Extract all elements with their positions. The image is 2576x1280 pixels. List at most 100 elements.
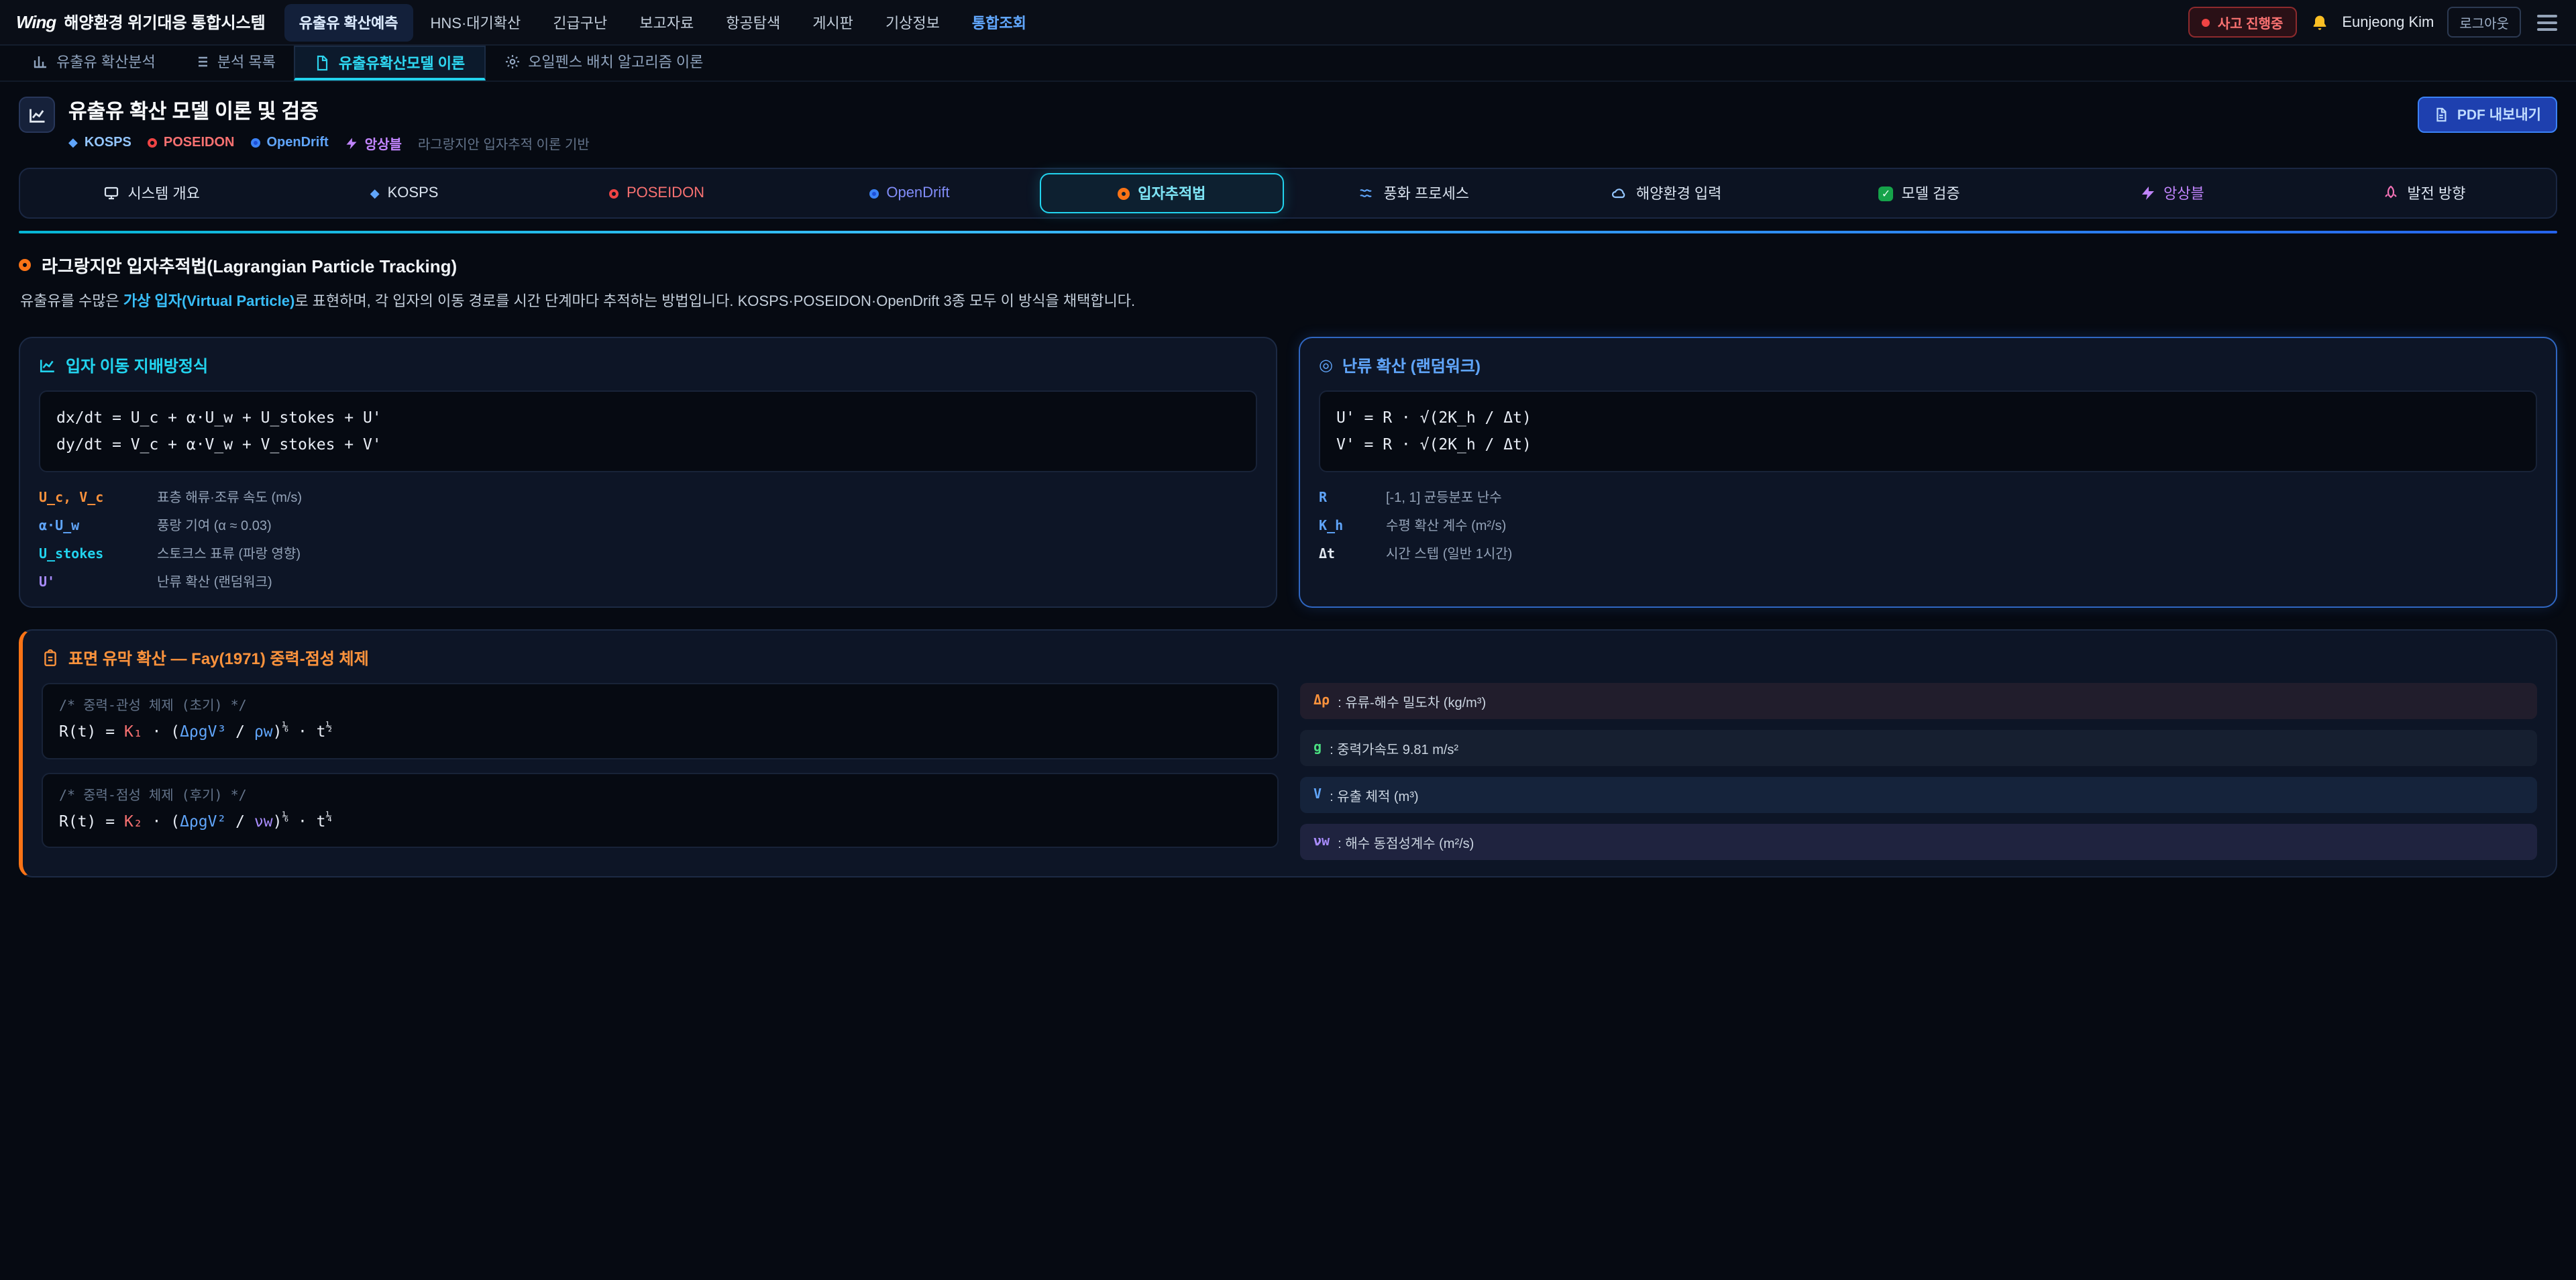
- gear-icon: [504, 54, 520, 70]
- page-header: 유출유 확산 모델 이론 및 검증 ◆ KOSPS POSEIDON OpenD…: [0, 82, 2576, 165]
- tab-spill-analysis[interactable]: 유출유 확산분석: [13, 46, 174, 81]
- badge-opendrift: OpenDrift: [250, 136, 328, 150]
- section-tab-ensemble[interactable]: 앙상블: [2049, 173, 2294, 213]
- section-tab-system-overview[interactable]: 시스템 개요: [30, 173, 274, 213]
- page-subtitle: 라그랑지안 입자추적 이론 기반: [418, 133, 590, 153]
- fay-formulas: /* 중력-관성 체제 (초기) */ R(t) = K₁ · (ΔρgV³ /…: [42, 683, 1279, 860]
- red-dot-icon: [609, 189, 619, 198]
- logout-button[interactable]: 로그아웃: [2447, 7, 2521, 38]
- turbulence-card: ◎ 난류 확산 (랜덤워크) U' = R · √(2K_h / Δt) V' …: [1299, 336, 2557, 608]
- fay-spreading-card: 표면 유막 확산 — Fay(1971) 중력-점성 체제 /* 중력-관성 체…: [19, 629, 2557, 877]
- nav-item-weather[interactable]: 기상정보: [871, 3, 955, 41]
- check-icon: ✓: [1879, 186, 1894, 201]
- legend-row: U' 난류 확산 (랜덤워크): [39, 570, 1257, 590]
- legend-row: Δρ : 유류-해수 밀도차 (kg/m³): [1300, 683, 2537, 719]
- legend-row: νw : 해수 동점성계수 (m²/s): [1300, 824, 2537, 860]
- user-name: Eunjeong Kim: [2342, 14, 2434, 30]
- turbulence-card-title: ◎ 난류 확산 (랜덤워크): [1319, 354, 2537, 376]
- chart-icon: [32, 54, 48, 70]
- status-badge-label: 사고 진행중: [2218, 12, 2284, 32]
- orange-ring-icon: [1118, 187, 1130, 199]
- main-nav: 유출유 확산예측 HNS·대기확산 긴급구난 보고자료 항공탐색 게시판 기상정…: [284, 3, 2169, 41]
- section-intro: 유출유를 수많은 가상 입자(Virtual Particle)로 표현하며, …: [20, 291, 2557, 315]
- section-title: 라그랑지안 입자추적법(Lagrangian Particle Tracking…: [42, 252, 457, 278]
- hamburger-menu-icon[interactable]: [2534, 9, 2560, 36]
- legend-row: Δt 시간 스텝 (일반 1시간): [1319, 542, 2537, 562]
- section-tab-weathering[interactable]: 풍화 프로세스: [1292, 173, 1536, 213]
- governing-equation-card: 입자 이동 지배방정식 dx/dt = U_c + α·U_w + U_stok…: [19, 336, 1277, 608]
- fay-card-title: 표면 유막 확산 — Fay(1971) 중력-점성 체제: [42, 647, 2537, 670]
- nav-item-hns-diffusion[interactable]: HNS·대기확산: [416, 3, 536, 41]
- monitor-icon: [104, 185, 120, 201]
- section-tab-bar: 시스템 개요 ◆ KOSPS POSEIDON OpenDrift 입자추적법 …: [19, 168, 2557, 219]
- red-dot-icon: [148, 138, 157, 148]
- section-divider: [19, 231, 2557, 233]
- section-tab-particle-tracking[interactable]: 입자추적법: [1040, 173, 1284, 213]
- cloud-icon: [1612, 185, 1628, 201]
- diamond-icon: ◆: [68, 136, 78, 150]
- blue-dot-icon: [869, 189, 878, 198]
- document-icon: [2434, 107, 2449, 122]
- badge-ensemble: 앙상블: [345, 133, 402, 153]
- nav-item-board[interactable]: 게시판: [798, 3, 868, 41]
- blue-dot-icon: [250, 138, 260, 148]
- page-title: 유출유 확산 모델 이론 및 검증: [68, 97, 590, 125]
- file-icon: [315, 54, 331, 70]
- badge-kosps: ◆ KOSPS: [68, 136, 131, 150]
- legend-row: R [-1, 1] 균등분포 난수: [1319, 486, 2537, 506]
- nav-item-aerial-search[interactable]: 항공탐색: [711, 3, 795, 41]
- orange-ring-icon: [19, 259, 31, 271]
- section-tab-poseidon[interactable]: POSEIDON: [535, 176, 779, 211]
- incident-status-badge[interactable]: 사고 진행중: [2188, 7, 2297, 38]
- swirl-icon: ◎: [1319, 357, 1333, 373]
- page-title-icon: [19, 97, 55, 133]
- fay-formula-late: /* 중력-점성 체제 (후기) */ R(t) = K₂ · (ΔρgV² /…: [42, 772, 1279, 848]
- fay-formula-early: /* 중력-관성 체제 (초기) */ R(t) = K₁ · (ΔρgV³ /…: [42, 683, 1279, 759]
- legend-row: V : 유출 체적 (m³): [1300, 777, 2537, 813]
- legend-row: U_c, V_c 표층 해류·조류 속도 (m/s): [39, 486, 1257, 506]
- nav-item-oil-spill-forecast[interactable]: 유출유 확산예측: [284, 3, 413, 41]
- section-tab-opendrift[interactable]: OpenDrift: [787, 176, 1031, 211]
- tab-diffusion-model-theory[interactable]: 유출유확산모델 이론: [294, 46, 485, 81]
- section-tab-ocean-env-input[interactable]: 해양환경 입력: [1544, 173, 1788, 213]
- brand-logo: Wing: [16, 12, 56, 32]
- virtual-particle-highlight: 가상 입자(Virtual Particle): [123, 294, 294, 310]
- wave-icon: [1359, 185, 1375, 201]
- topbar: Wing 해양환경 위기대응 통합시스템 유출유 확산예측 HNS·대기확산 긴…: [0, 0, 2576, 46]
- rocket-icon: [2383, 185, 2399, 201]
- brand: Wing 해양환경 위기대응 통합시스템: [16, 11, 266, 34]
- tab-oil-fence-algorithm[interactable]: 오일펜스 배치 알고리즘 이론: [485, 46, 722, 81]
- legend-row: K_h 수평 확산 계수 (m²/s): [1319, 514, 2537, 534]
- section-heading: 라그랑지안 입자추적법(Lagrangian Particle Tracking…: [19, 252, 2557, 278]
- diamond-icon: ◆: [370, 186, 380, 201]
- badge-poseidon: POSEIDON: [148, 136, 235, 150]
- fay-legend: Δρ : 유류-해수 밀도차 (kg/m³) g : 중력가속도 9.81 m/…: [1300, 683, 2537, 860]
- bell-icon[interactable]: [2310, 13, 2328, 32]
- nav-item-reports[interactable]: 보고자료: [625, 3, 708, 41]
- lightning-icon: [2139, 185, 2155, 201]
- trend-chart-icon: [39, 356, 56, 374]
- lightning-icon: [345, 136, 358, 150]
- nav-item-integrated-search[interactable]: 통합조회: [957, 3, 1041, 41]
- topbar-right: 사고 진행중 Eunjeong Kim 로그아웃: [2188, 7, 2560, 38]
- nav-item-emergency-rescue[interactable]: 긴급구난: [538, 3, 622, 41]
- tab-analysis-list[interactable]: 분석 목록: [174, 46, 294, 81]
- brand-title: 해양환경 위기대응 통합시스템: [64, 11, 265, 34]
- legend-row: α·U_w 풍랑 기여 (α ≈ 0.03): [39, 514, 1257, 534]
- section-tab-kosps[interactable]: ◆ KOSPS: [282, 176, 526, 211]
- main-content: 라그랑지안 입자추적법(Lagrangian Particle Tracking…: [19, 231, 2557, 877]
- line-chart-icon: [28, 105, 46, 124]
- governing-card-title: 입자 이동 지배방정식: [39, 354, 1257, 376]
- turbulence-legend: R [-1, 1] 균등분포 난수 K_h 수평 확산 계수 (m²/s) Δt…: [1319, 486, 2537, 562]
- pdf-export-button[interactable]: PDF 내보내기: [2418, 97, 2557, 133]
- legend-row: U_stokes 스토크스 표류 (파랑 영향): [39, 542, 1257, 562]
- app-root: Wing 해양환경 위기대응 통합시스템 유출유 확산예측 HNS·대기확산 긴…: [0, 0, 2576, 1280]
- legend-row: g : 중력가속도 9.81 m/s²: [1300, 730, 2537, 766]
- governing-legend: U_c, V_c 표층 해류·조류 속도 (m/s) α·U_w 풍랑 기여 (…: [39, 486, 1257, 590]
- turbulence-code-block: U' = R · √(2K_h / Δt) V' = R · √(2K_h / …: [1319, 390, 2537, 472]
- governing-code-block: dx/dt = U_c + α·U_w + U_stokes + U' dy/d…: [39, 390, 1257, 472]
- clipboard-icon: [42, 649, 59, 667]
- section-tab-future-direction[interactable]: 발전 방향: [2302, 173, 2546, 213]
- sub-tabs: 유출유 확산분석 분석 목록 유출유확산모델 이론 오일펜스 배치 알고리즘 이…: [0, 46, 2576, 82]
- section-tab-model-validation[interactable]: ✓ 모델 검증: [1797, 173, 2041, 213]
